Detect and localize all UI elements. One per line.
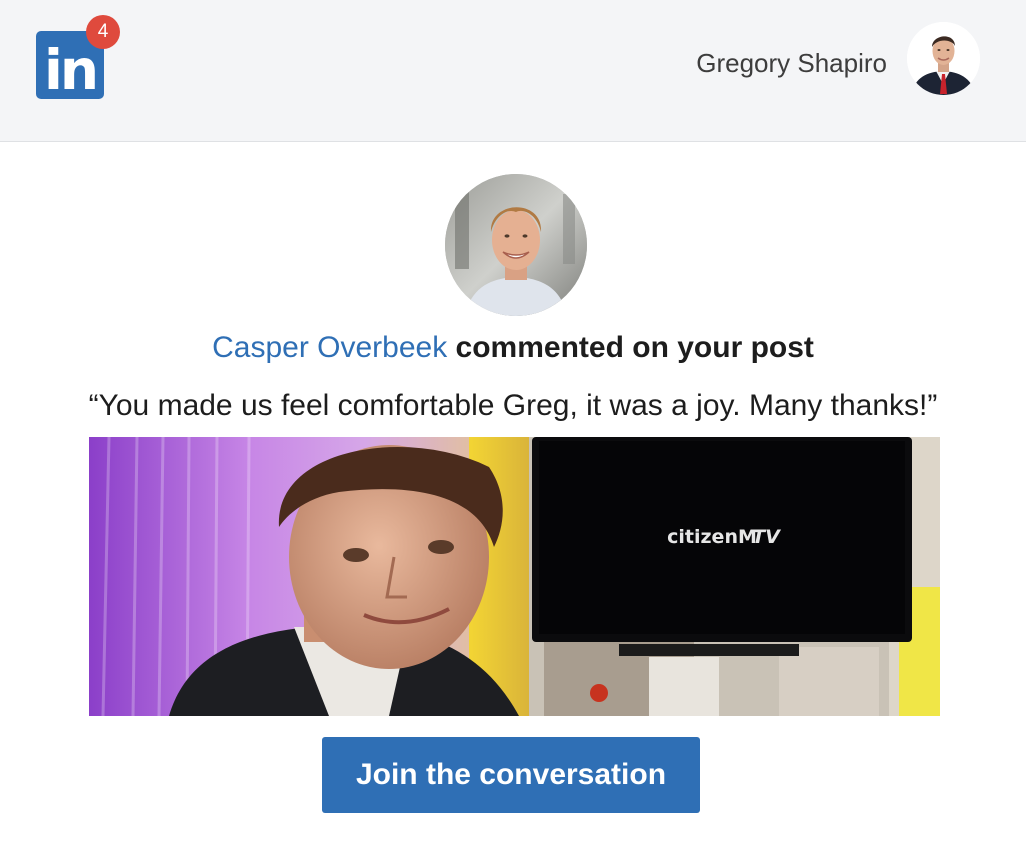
actor-name-link[interactable]: Casper Overbeek [212, 331, 447, 364]
user-avatar-image [907, 22, 980, 95]
tv-logo-text: citizenM [667, 526, 757, 548]
join-conversation-button[interactable]: Join the conversation [322, 737, 700, 813]
action-text: commented on your post [455, 331, 814, 364]
notification-count-badge: 4 [86, 15, 120, 49]
header: in 4 Gregory Shapiro [0, 0, 1026, 142]
email-page: in 4 Gregory Shapiro Casper Overbeek com… [0, 0, 1026, 854]
post-image-photo: citizenM TV [89, 437, 940, 716]
post-image[interactable]: citizenM TV [89, 437, 940, 716]
user-name: Gregory Shapiro [696, 48, 887, 78]
comment-text: “You made us feel comfortable Greg, it w… [88, 389, 938, 422]
commenter-avatar[interactable] [445, 174, 587, 316]
notification-headline: Casper Overbeek commented on your post [0, 328, 1026, 368]
user-avatar[interactable] [907, 22, 980, 95]
commenter-avatar-image [445, 174, 587, 316]
tv-logo-tv: TV [752, 526, 781, 548]
